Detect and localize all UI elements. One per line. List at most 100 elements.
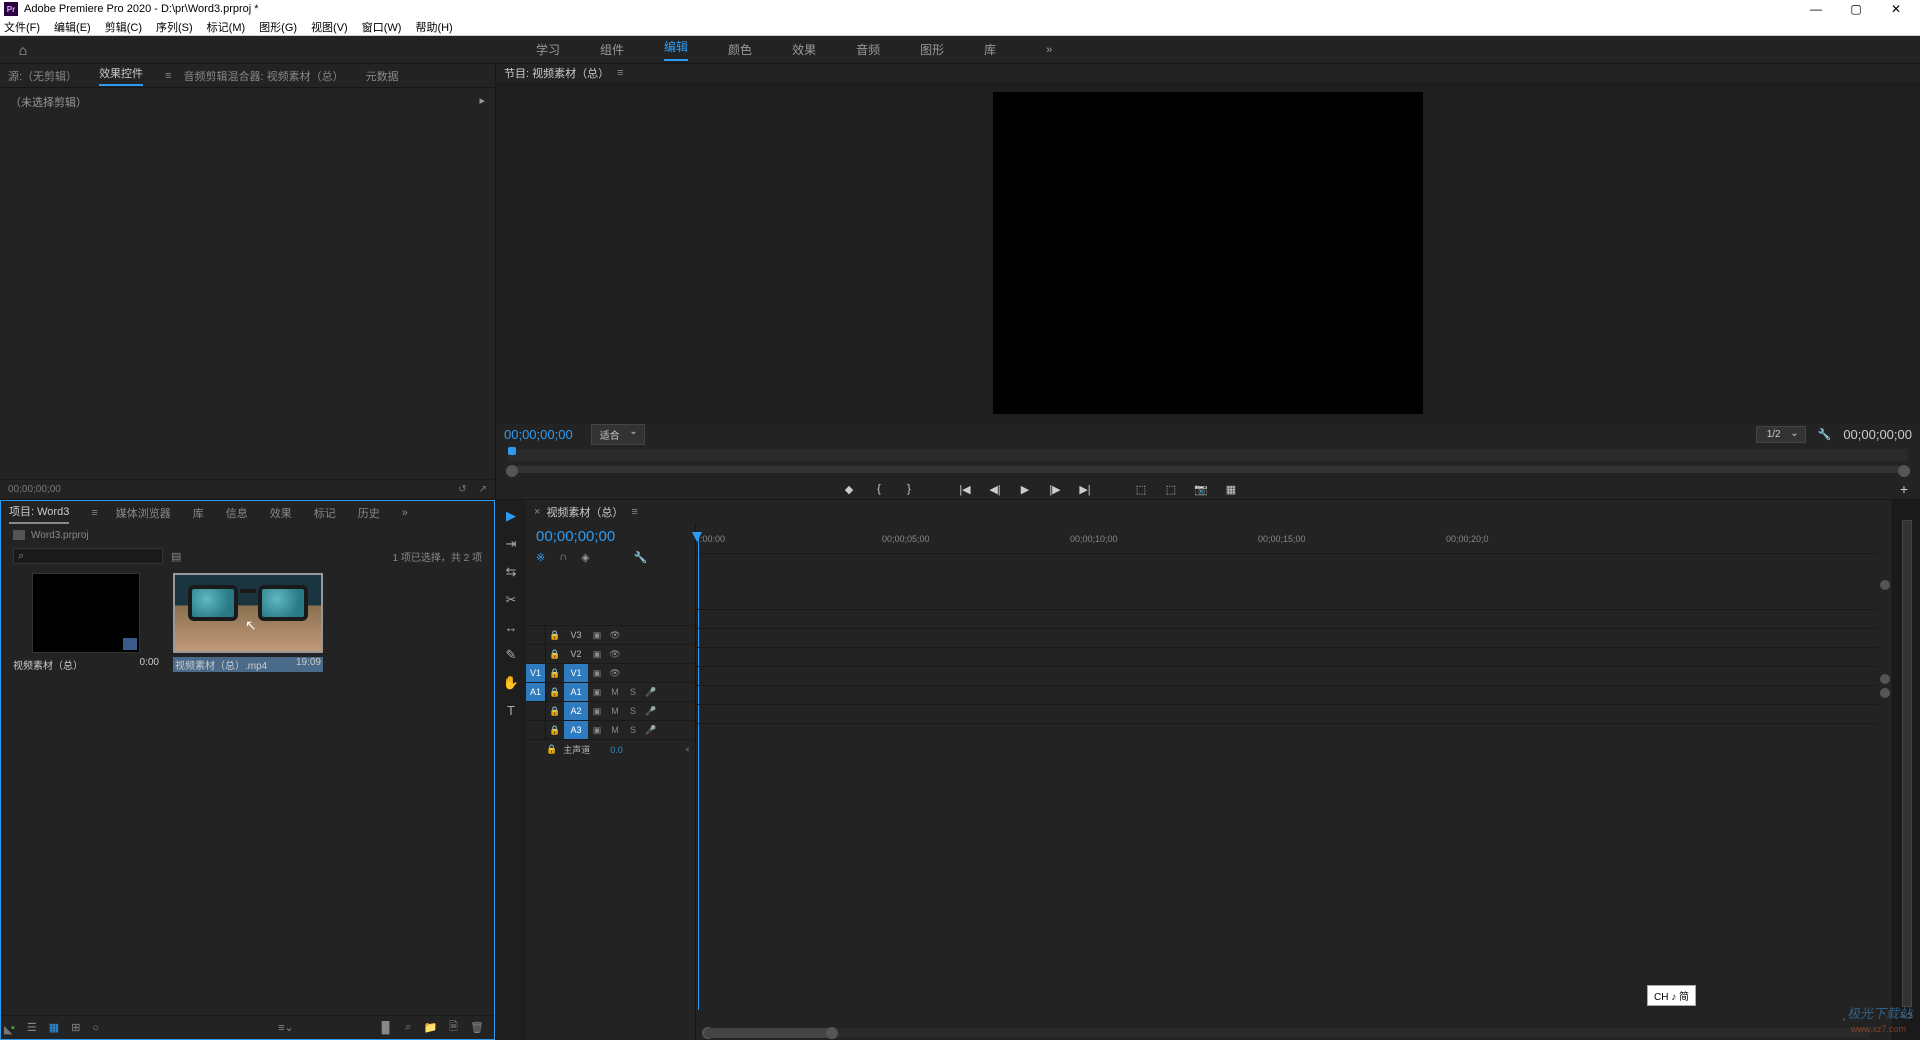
linked-selection-icon[interactable]: ∩ xyxy=(559,551,567,564)
timeline-timecode[interactable]: 00;00;00;00 xyxy=(536,528,615,545)
tab-info[interactable]: 信息 xyxy=(226,505,248,521)
button-editor-icon[interactable]: + xyxy=(1900,481,1908,497)
tab-audio-mixer[interactable]: 音频剪辑混合器: 视频素材（总） xyxy=(183,68,343,84)
list-view-icon[interactable]: ☰ xyxy=(27,1021,37,1034)
workspace-effects[interactable]: 效果 xyxy=(792,41,816,58)
menu-view[interactable]: 视图(V) xyxy=(311,19,348,35)
zoom-fit-dropdown[interactable]: 适合 xyxy=(591,424,645,445)
track-a3[interactable]: 🔒 A3 ▣ M S 🎤 xyxy=(526,720,695,739)
export-frame-icon[interactable]: ↗ xyxy=(479,484,487,495)
track-output-icon[interactable]: 👁 xyxy=(606,630,624,641)
go-to-in-button[interactable]: |◀ xyxy=(958,483,972,496)
minimize-button[interactable]: — xyxy=(1796,2,1836,16)
tab-media-browser[interactable]: 媒体浏览器 xyxy=(116,505,171,521)
sort-icon[interactable]: ≡⌄ xyxy=(278,1021,294,1034)
track-v1[interactable]: V1🔒 V1 ▣ 👁 xyxy=(526,663,695,682)
close-button[interactable]: ✕ xyxy=(1876,2,1916,16)
scroll-handle-right[interactable] xyxy=(1898,465,1910,477)
track-a1[interactable]: A1🔒 A1 ▣ M S 🎤 xyxy=(526,682,695,701)
tab-history[interactable]: 历史 xyxy=(358,505,380,521)
workspace-assembly[interactable]: 组件 xyxy=(600,41,624,58)
menu-clip[interactable]: 剪辑(C) xyxy=(105,19,142,35)
new-item-icon[interactable]: 🗎 xyxy=(449,1018,458,1037)
scroll-handle-left[interactable] xyxy=(506,465,518,477)
razor-tool-icon[interactable]: ✂ xyxy=(502,592,520,608)
playhead-marker[interactable] xyxy=(508,447,516,455)
video-thumbnail[interactable]: ↖ xyxy=(173,573,323,653)
resolution-dropdown[interactable]: 1/2 xyxy=(1756,426,1806,443)
tab-project[interactable]: 项目: Word3 xyxy=(9,503,69,524)
hand-tool-icon[interactable]: ✋ xyxy=(502,675,520,691)
timeline-tracks-area[interactable] xyxy=(696,554,1878,1020)
workspace-graphics[interactable]: 图形 xyxy=(920,41,944,58)
step-back-button[interactable]: ◀| xyxy=(988,483,1002,496)
slip-tool-icon[interactable]: ↔ xyxy=(502,620,520,635)
program-menu-icon[interactable]: ≡ xyxy=(617,67,623,79)
export-frame-button[interactable]: 📷 xyxy=(1194,483,1208,496)
workspace-overflow-icon[interactable]: » xyxy=(1046,44,1052,56)
ime-indicator[interactable]: CH ♪ 简 xyxy=(1647,985,1696,1006)
audio-meter[interactable] xyxy=(1902,520,1912,1007)
settings-wrench-icon[interactable]: 🔧 xyxy=(1818,428,1832,441)
timeline-settings-icon[interactable]: 🔧 xyxy=(634,551,648,564)
voice-over-icon[interactable]: 🎤 xyxy=(642,687,660,698)
program-video-display[interactable] xyxy=(993,92,1423,414)
type-tool-icon[interactable]: T xyxy=(502,703,520,718)
source-patch-a1[interactable]: A1 xyxy=(526,683,546,701)
step-forward-button[interactable]: |▶ xyxy=(1048,483,1062,496)
tab-effects-panel[interactable]: 效果 xyxy=(270,505,292,521)
sync-lock-icon[interactable]: ▣ xyxy=(588,630,606,641)
project-item-sequence[interactable]: 视频素材（总） 0:00 xyxy=(11,573,161,672)
workspace-audio[interactable]: 音频 xyxy=(856,41,880,58)
play-button[interactable]: ▶ xyxy=(1018,483,1032,496)
home-icon[interactable]: ⌂ xyxy=(8,42,38,58)
timeline-sequence-name[interactable]: 视频素材（总） xyxy=(546,504,623,520)
track-a2[interactable]: 🔒 A2 ▣ M S 🎤 xyxy=(526,701,695,720)
automate-icon[interactable]: ▐▌ xyxy=(378,1022,394,1034)
menu-help[interactable]: 帮助(H) xyxy=(415,19,452,35)
program-zoom-scrollbar[interactable] xyxy=(508,466,1908,474)
tabs-overflow-icon[interactable]: » xyxy=(402,507,408,519)
comparison-view-button[interactable]: ▦ xyxy=(1224,483,1238,496)
panel-menu-icon[interactable]: ≡ xyxy=(165,70,171,82)
zoom-slider-icon[interactable]: ○ xyxy=(92,1022,99,1034)
mark-in-icon[interactable]: ◆ xyxy=(842,483,856,496)
new-bin-icon[interactable]: 📁 xyxy=(423,1021,437,1034)
mark-out-button[interactable]: } xyxy=(902,483,916,495)
add-marker-icon[interactable]: ◈ xyxy=(581,551,589,564)
bin-icon[interactable]: ▤ xyxy=(171,550,181,563)
timeline-zoom-scrollbar[interactable] xyxy=(704,1028,1870,1038)
timeline-ruler[interactable]: :00:00 00;00;05;00 00;00;10;00 00;00;15;… xyxy=(696,532,1878,554)
track-v2[interactable]: 🔒 V2 ▣ 👁 xyxy=(526,644,695,663)
chevron-right-icon[interactable]: ▸ xyxy=(479,94,485,473)
ripple-edit-tool-icon[interactable]: ⇆ xyxy=(502,564,520,580)
pen-tool-icon[interactable]: ✎ xyxy=(502,647,520,663)
project-item-video[interactable]: ↖ 视频素材（总）.mp4 19:09 xyxy=(173,573,323,672)
program-timecode-left[interactable]: 00;00;00;00 xyxy=(504,427,573,442)
timeline-vertical-scrollbar[interactable] xyxy=(1878,524,1892,1040)
workspace-libraries[interactable]: 库 xyxy=(984,41,996,58)
menu-window[interactable]: 窗口(W) xyxy=(362,19,402,35)
selection-tool-icon[interactable]: ▶ xyxy=(502,508,520,524)
panel-menu-icon[interactable]: ≡ xyxy=(91,507,97,519)
tab-source[interactable]: 源:（无剪辑） xyxy=(8,68,77,84)
track-select-tool-icon[interactable]: ⇥ xyxy=(502,536,520,552)
mute-icon[interactable]: M xyxy=(606,687,624,697)
tab-effect-controls[interactable]: 效果控件 xyxy=(99,65,143,86)
master-level-value[interactable]: 0.0 xyxy=(610,745,623,755)
mark-in-button[interactable]: { xyxy=(872,483,886,495)
menu-file[interactable]: 文件(F) xyxy=(4,19,40,35)
maximize-button[interactable]: ▢ xyxy=(1836,2,1876,16)
workspace-learn[interactable]: 学习 xyxy=(536,41,560,58)
go-to-out-button[interactable]: ▶| xyxy=(1078,483,1092,496)
menu-sequence[interactable]: 序列(S) xyxy=(156,19,193,35)
lift-button[interactable]: ⬚ xyxy=(1134,483,1148,496)
master-expand-icon[interactable]: ⫞ xyxy=(684,744,689,755)
program-scrub-bar[interactable] xyxy=(508,449,1908,461)
source-patch-v1[interactable]: V1 xyxy=(526,664,546,682)
tab-metadata[interactable]: 元数据 xyxy=(366,68,399,84)
solo-icon[interactable]: S xyxy=(624,687,642,697)
workspace-editing[interactable]: 编辑 xyxy=(664,38,688,61)
sequence-thumbnail[interactable] xyxy=(32,573,140,653)
timeline-menu-icon[interactable]: ≡ xyxy=(631,506,637,518)
